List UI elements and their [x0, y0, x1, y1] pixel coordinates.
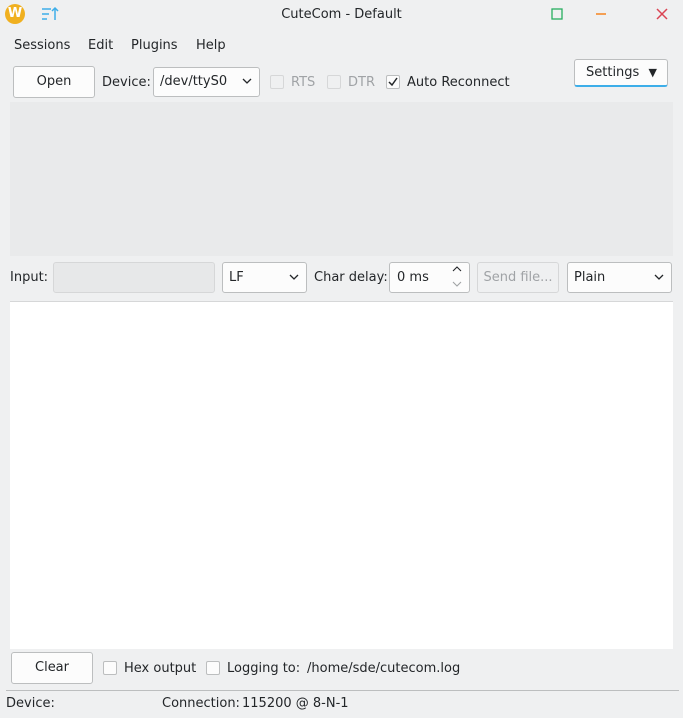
char-delay-label: Char delay:	[314, 270, 388, 285]
settings-label: Settings	[586, 65, 640, 80]
input-label: Input:	[10, 270, 49, 285]
input-field[interactable]	[53, 262, 215, 293]
menu-plugins[interactable]: Plugins	[131, 38, 178, 53]
received-output-area[interactable]	[10, 102, 673, 256]
device-combo[interactable]: /dev/ttyS0	[153, 67, 260, 97]
terminal-output-area[interactable]	[10, 301, 673, 649]
format-value: Plain	[574, 270, 606, 285]
device-value: /dev/ttyS0	[160, 74, 228, 89]
dtr-checkbox[interactable]	[327, 75, 341, 89]
dropdown-arrow-icon: ▼	[648, 66, 657, 79]
menu-help[interactable]: Help	[196, 38, 226, 53]
spin-arrows-icon[interactable]	[451, 263, 463, 292]
rts-checkbox[interactable]	[270, 75, 284, 89]
chevron-down-icon	[242, 78, 252, 84]
chevron-down-icon	[654, 274, 664, 280]
hex-output-label: Hex output	[124, 661, 197, 676]
line-end-combo[interactable]: LF	[222, 262, 307, 293]
settings-button[interactable]: Settings ▼	[574, 59, 668, 87]
menu-edit[interactable]: Edit	[88, 38, 113, 53]
device-label: Device:	[102, 75, 151, 90]
menu-sessions[interactable]: Sessions	[14, 38, 70, 53]
format-combo[interactable]: Plain	[567, 262, 672, 293]
hex-output-checkbox[interactable]	[103, 661, 117, 675]
log-path[interactable]: /home/sde/cutecom.log	[307, 661, 460, 676]
minimize-icon[interactable]	[593, 6, 609, 22]
open-button[interactable]: Open	[13, 66, 95, 98]
status-connection-value: 115200 @ 8-N-1	[242, 696, 349, 711]
chevron-down-icon	[289, 274, 299, 280]
close-icon[interactable]	[654, 6, 670, 22]
send-file-button[interactable]: Send file...	[477, 262, 559, 293]
line-end-value: LF	[229, 270, 244, 285]
char-delay-value: 0 ms	[397, 270, 429, 285]
status-separator	[6, 690, 679, 691]
maximize-icon[interactable]	[549, 6, 565, 22]
clear-button[interactable]: Clear	[11, 652, 93, 684]
status-connection-label: Connection:	[162, 696, 240, 711]
auto-reconnect-checkbox[interactable]	[386, 75, 400, 89]
window-title: CuteCom - Default	[281, 7, 402, 22]
status-device-label: Device:	[6, 696, 55, 711]
logging-label: Logging to:	[227, 661, 301, 676]
checkmark-icon	[388, 77, 398, 87]
logging-checkbox[interactable]	[206, 661, 220, 675]
rts-label: RTS	[291, 75, 316, 90]
char-delay-spinbox[interactable]: 0 ms	[389, 262, 470, 293]
dtr-label: DTR	[348, 75, 375, 90]
title-bar: W CuteCom - Default	[0, 0, 683, 30]
auto-reconnect-label: Auto Reconnect	[407, 75, 510, 90]
